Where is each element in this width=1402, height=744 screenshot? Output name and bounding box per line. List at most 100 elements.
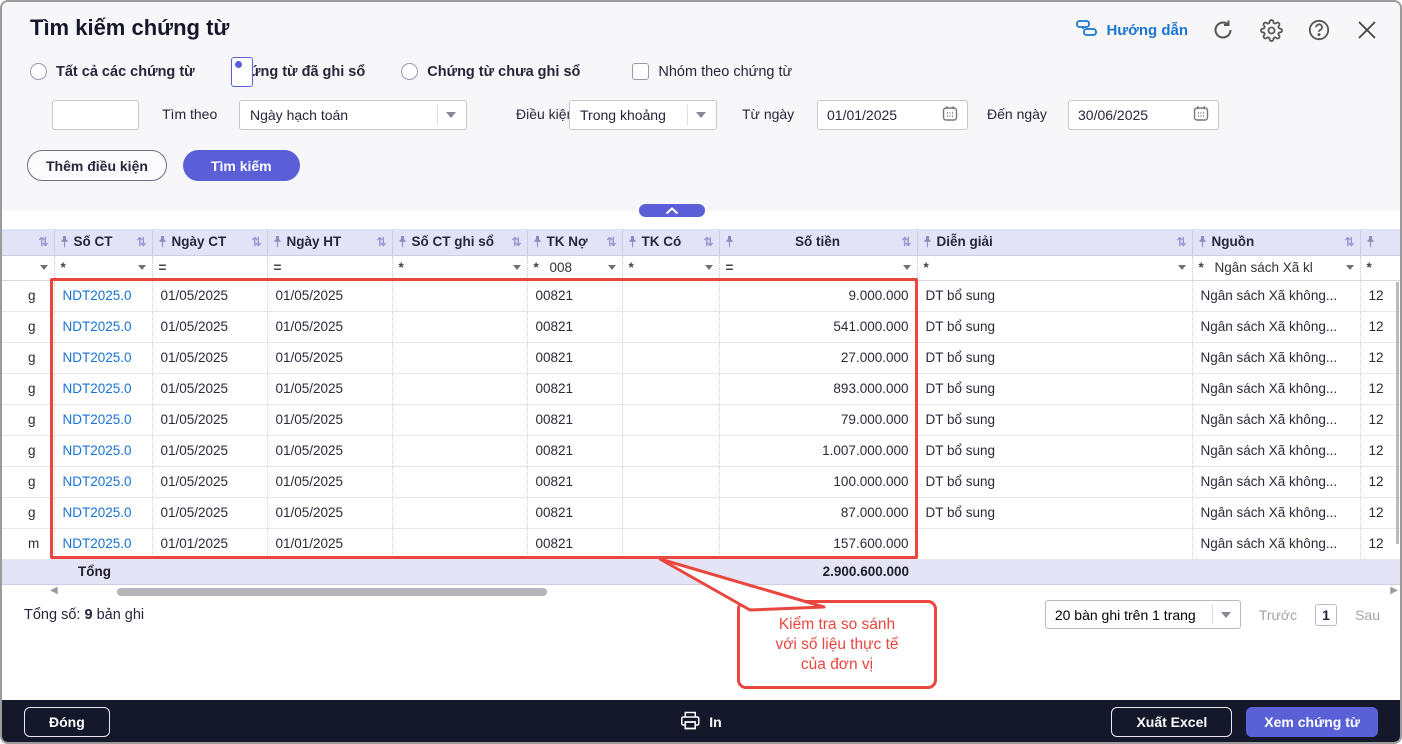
column-header-ngay_ht[interactable]: Ngày HT⇅ — [267, 229, 392, 255]
table-row[interactable]: gNDT2025.001/05/202501/05/20250082127.00… — [2, 342, 1402, 373]
column-filter-so_ct_ghi_so[interactable]: * — [392, 255, 527, 280]
column-filter-so_tien[interactable]: = — [719, 255, 917, 280]
column-header-tk_co[interactable]: TK Có⇅ — [622, 229, 719, 255]
table-row[interactable]: gNDT2025.001/05/202501/05/202500821100.0… — [2, 466, 1402, 497]
cell-so_ct[interactable]: NDT2025.0 — [54, 373, 152, 404]
column-filter-extra[interactable]: * — [1360, 255, 1402, 280]
radio-posted-documents[interactable]: Chứng từ đã ghi sổ — [231, 64, 366, 80]
column-header-dien_giai[interactable]: Diễn giải⇅ — [917, 229, 1192, 255]
search-button[interactable]: Tìm kiếm — [183, 150, 300, 181]
scroll-right-icon[interactable]: ▶ — [1390, 585, 1398, 596]
print-button[interactable]: In — [680, 711, 721, 733]
column-header-so_ct[interactable]: Số CT⇅ — [54, 229, 152, 255]
collapse-filter-button[interactable] — [639, 204, 705, 217]
filter-operator[interactable]: * — [399, 260, 409, 275]
filter-value[interactable]: Ngân sách Xã kl — [1215, 260, 1340, 275]
column-header-tk_no[interactable]: TK Nợ⇅ — [527, 229, 622, 255]
pin-icon[interactable] — [1366, 236, 1375, 248]
table-row[interactable]: mNDT2025.001/01/202501/01/202500821157.6… — [2, 528, 1402, 559]
filter-dropdown-icon[interactable] — [138, 265, 146, 270]
sort-icon[interactable]: ⇅ — [1344, 235, 1354, 249]
column-header-hidden[interactable]: ⇅ — [2, 229, 54, 255]
sort-icon[interactable]: ⇅ — [376, 235, 386, 249]
close-button[interactable]: Đóng — [24, 707, 110, 737]
prev-page-button[interactable]: Trước — [1259, 607, 1297, 623]
table-row[interactable]: gNDT2025.001/05/202501/05/20250082187.00… — [2, 497, 1402, 528]
pin-icon[interactable] — [533, 236, 542, 248]
filter-dropdown-icon[interactable] — [513, 265, 521, 270]
cell-so_ct[interactable]: NDT2025.0 — [54, 342, 152, 373]
sort-icon[interactable]: ⇅ — [38, 235, 48, 249]
table-row[interactable]: gNDT2025.001/05/202501/05/202500821541.0… — [2, 311, 1402, 342]
table-row[interactable]: gNDT2025.001/05/202501/05/202500821893.0… — [2, 373, 1402, 404]
filter-dropdown-icon[interactable] — [705, 265, 713, 270]
filter-operator[interactable]: * — [924, 260, 934, 275]
filter-operator[interactable]: = — [159, 260, 169, 275]
pin-icon[interactable] — [158, 236, 167, 248]
condition-select[interactable]: Trong khoảng — [569, 100, 717, 130]
horizontal-scrollbar-thumb[interactable] — [117, 588, 547, 596]
column-header-extra[interactable] — [1360, 229, 1402, 255]
vertical-scrollbar-thumb[interactable] — [1396, 282, 1399, 544]
cell-so_ct[interactable]: NDT2025.0 — [54, 497, 152, 528]
search-by-select[interactable]: Ngày hạch toán — [239, 100, 467, 130]
pin-icon[interactable] — [628, 236, 637, 248]
refresh-icon[interactable] — [1210, 17, 1236, 43]
cell-so_ct[interactable]: NDT2025.0 — [54, 528, 152, 559]
add-condition-button[interactable]: Thêm điều kiện — [27, 150, 167, 181]
pin-icon[interactable] — [398, 236, 407, 248]
pin-icon[interactable] — [60, 236, 69, 248]
table-row[interactable]: gNDT2025.001/05/202501/05/2025008211.007… — [2, 435, 1402, 466]
current-page-number[interactable]: 1 — [1315, 604, 1337, 626]
filter-operator[interactable]: * — [629, 260, 639, 275]
pin-icon[interactable] — [1198, 236, 1207, 248]
scroll-left-icon[interactable]: ◀ — [50, 585, 58, 596]
search-input[interactable] — [52, 100, 139, 130]
column-filter-ngay_ht[interactable]: = — [267, 255, 392, 280]
close-icon[interactable] — [1354, 17, 1380, 43]
radio-unposted-documents[interactable]: Chứng từ chưa ghi sổ — [401, 63, 580, 80]
sort-icon[interactable]: ⇅ — [136, 235, 146, 249]
column-filter-dien_giai[interactable]: * — [917, 255, 1192, 280]
sort-icon[interactable]: ⇅ — [251, 235, 261, 249]
filter-operator[interactable]: * — [1199, 260, 1209, 275]
filter-dropdown-icon[interactable] — [1178, 265, 1186, 270]
filter-operator[interactable]: = — [726, 260, 736, 275]
pin-icon[interactable] — [725, 236, 734, 248]
sort-icon[interactable]: ⇅ — [511, 235, 521, 249]
column-filter-hidden[interactable] — [2, 255, 54, 280]
pin-icon[interactable] — [923, 236, 932, 248]
settings-icon[interactable] — [1258, 17, 1284, 43]
column-header-ngay_ct[interactable]: Ngày CT⇅ — [152, 229, 267, 255]
column-header-nguon[interactable]: Nguồn⇅ — [1192, 229, 1360, 255]
view-document-button[interactable]: Xem chứng từ — [1246, 707, 1378, 737]
column-filter-tk_no[interactable]: * 008 — [527, 255, 622, 280]
to-date-input[interactable]: 30/06/2025 — [1068, 100, 1219, 130]
guide-link[interactable]: Hướng dẫn — [1076, 18, 1188, 42]
table-row[interactable]: gNDT2025.001/05/202501/05/20250082179.00… — [2, 404, 1402, 435]
help-icon[interactable] — [1306, 17, 1332, 43]
export-excel-button[interactable]: Xuất Excel — [1111, 707, 1232, 737]
filter-operator[interactable]: * — [534, 260, 544, 275]
filter-dropdown-icon[interactable] — [1346, 265, 1354, 270]
from-date-input[interactable]: 01/01/2025 — [817, 100, 968, 130]
checkbox-group-by-document[interactable]: Nhóm theo chứng từ — [632, 63, 792, 80]
filter-value[interactable]: 008 — [550, 260, 602, 275]
sort-icon[interactable]: ⇅ — [901, 235, 911, 249]
sort-icon[interactable]: ⇅ — [703, 235, 713, 249]
next-page-button[interactable]: Sau — [1355, 607, 1380, 623]
filter-dropdown-icon[interactable] — [903, 265, 911, 270]
column-filter-nguon[interactable]: * Ngân sách Xã kl — [1192, 255, 1360, 280]
column-header-so_ct_ghi_so[interactable]: Số CT ghi sổ⇅ — [392, 229, 527, 255]
filter-operator[interactable]: * — [61, 260, 71, 275]
filter-operator[interactable]: = — [274, 260, 284, 275]
horizontal-scrollbar[interactable]: ◀ ▶ — [2, 587, 1402, 597]
table-row[interactable]: gNDT2025.001/05/202501/05/2025008219.000… — [2, 280, 1402, 311]
sort-icon[interactable]: ⇅ — [1176, 235, 1186, 249]
cell-so_ct[interactable]: NDT2025.0 — [54, 435, 152, 466]
filter-dropdown-icon[interactable] — [40, 265, 48, 270]
filter-dropdown-icon[interactable] — [608, 265, 616, 270]
page-size-select[interactable]: 20 bàn ghi trên 1 trang — [1045, 600, 1241, 629]
radio-all-documents[interactable]: Tất cả các chứng từ — [30, 63, 195, 80]
column-filter-tk_co[interactable]: * — [622, 255, 719, 280]
